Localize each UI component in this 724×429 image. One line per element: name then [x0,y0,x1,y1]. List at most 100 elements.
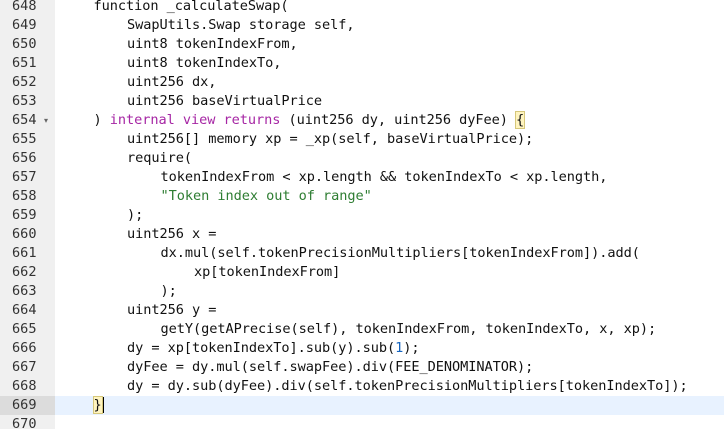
line-number-text: 654 [12,112,37,128]
code-text: uint256 y = [127,301,216,320]
line-number-text: 656 [12,150,37,166]
code-token: (uint256 dy, uint256 dyFee) [280,112,516,128]
code-token: uint256 x = [127,226,217,242]
line-number-text: 668 [12,378,37,394]
code-line[interactable]: 670 [0,415,724,429]
code-text: uint256 x = [127,225,216,244]
line-number-text: 655 [12,131,37,147]
code-text: xp[tokenIndexFrom] [194,263,340,282]
line-number-text: 660 [12,226,37,242]
code-token: tokenIndexFrom < xp.length && tokenIndex… [160,169,608,185]
code-token: uint256 baseVirtualPrice [127,93,322,109]
line-number: 657 [0,168,55,187]
code-text: uint256[] memory xp = _xp(self, baseVirt… [127,130,533,149]
line-number: 658 [0,187,55,206]
code-text: uint256 dx, [127,73,216,92]
code-line[interactable]: 668 dy = dy.sub(dyFee).div(self.tokenPrec… [0,377,724,396]
code-line[interactable]: 661 dx.mul(self.tokenPrecisionMultipliers… [0,244,724,263]
code-token: dyFee = dy.mul(self.swapFee).div(FEE_DEN… [127,359,534,375]
code-line[interactable]: 655 uint256[] memory xp = _xp(self, baseV… [0,130,724,149]
line-number-text: 651 [12,55,37,71]
line-number: 665 [0,320,55,339]
code-token: function _calculateSwap( [93,0,289,14]
code-token: ); [403,340,420,356]
line-number: 650 [0,35,55,54]
line-number-text: 663 [12,283,37,299]
line-number: 652 [0,73,55,92]
line-number: 670 [0,415,55,429]
code-token: uint256 dx, [127,74,217,90]
code-token: xp[tokenIndexFrom] [194,264,341,280]
line-number-text: 649 [12,17,37,33]
line-number-text: 664 [12,302,37,318]
line-number: 660 [0,225,55,244]
code-text: dy = dy.sub(dyFee).div(self.tokenPrecisi… [127,377,688,396]
code-line[interactable]: 656 require( [0,149,724,168]
code-text: SwapUtils.Swap storage self, [127,16,355,35]
line-number-text: 662 [12,264,37,280]
code-text: dx.mul(self.tokenPrecisionMultipliers[to… [161,244,640,263]
line-number: 655 [0,130,55,149]
code-line[interactable]: 650 uint8 tokenIndexFrom, [0,35,724,54]
code-token: dy = dy.sub(dyFee).div(self.tokenPrecisi… [127,378,688,394]
code-token: dx.mul(self.tokenPrecisionMultipliers[to… [160,245,640,261]
line-number: 669 [0,396,55,415]
code-line[interactable]: 658 "Token index out of range" [0,187,724,206]
line-number-text: 670 [12,416,37,429]
code-lines: 648 function _calculateSwap( 649 SwapUtils.… [0,0,724,429]
line-number: 662 [0,263,55,282]
code-line[interactable]: 660 uint256 x = [0,225,724,244]
code-token: SwapUtils.Swap storage self, [127,17,355,33]
code-line[interactable]: 659); [0,206,724,225]
code-line[interactable]: 666 dy = xp[tokenIndexTo].sub(y).sub(1); [0,339,724,358]
code-text: dyFee = dy.mul(self.swapFee).div(FEE_DEN… [127,358,533,377]
line-number-text: 659 [12,207,37,223]
code-token: ); [160,283,177,299]
code-line[interactable]: 648 function _calculateSwap( [0,0,724,16]
code-text: ); [161,282,177,301]
line-number: 648 [0,0,55,16]
code-token: uint256[] memory xp = _xp(self, baseVirt… [127,131,534,147]
line-number: 667 [0,358,55,377]
line-number: 651 [0,54,55,73]
line-number: 653 [0,92,55,111]
code-line[interactable]: 653 uint256 baseVirtualPrice [0,92,724,111]
code-editor[interactable]: 648 function _calculateSwap( 649 SwapUtils.… [0,0,724,429]
line-number-text: 666 [12,340,37,356]
keyword-token: view [182,112,216,128]
line-number: 656 [0,149,55,168]
code-line[interactable]: 667 dyFee = dy.mul(self.swapFee).div(FEE_… [0,358,724,377]
code-text: ) internal view returns (uint256 dy, uin… [94,111,526,130]
code-line[interactable]: 649 SwapUtils.Swap storage self, [0,16,724,35]
code-text: uint8 tokenIndexFrom, [127,35,298,54]
line-number: 663 [0,282,55,301]
code-line[interactable]: 669} [0,396,724,415]
code-text: "Token index out of range" [161,187,372,206]
line-number-text: 657 [12,169,37,185]
line-number: 654 ▾ [0,111,55,130]
code-text: } [92,396,104,415]
string-token: "Token index out of range" [160,188,372,204]
code-line[interactable]: 662 xp[tokenIndexFrom] [0,263,724,282]
line-number-text: 652 [12,74,37,90]
line-number-text: 665 [12,321,37,337]
line-number: 666 [0,339,55,358]
code-line[interactable]: 664 uint256 y = [0,301,724,320]
code-line[interactable]: 665 getY(getAPrecise(self), tokenIndexFro… [0,320,724,339]
fold-arrow-icon[interactable]: ▾ [44,111,54,130]
matched-bracket: { [514,111,526,129]
code-token: uint8 tokenIndexFrom, [127,36,298,52]
line-number-text: 650 [12,36,37,52]
code-line[interactable]: 654 ▾ ) internal view returns (uint256 dy,… [0,111,724,130]
code-token: uint8 tokenIndexTo, [127,55,282,71]
code-line[interactable]: 652 uint256 dx, [0,73,724,92]
code-line[interactable]: 657 tokenIndexFrom < xp.length && tokenIn… [0,168,724,187]
code-line[interactable]: 651 uint8 tokenIndexTo, [0,54,724,73]
code-line[interactable]: 663); [0,282,724,301]
keyword-token: returns [223,112,281,128]
code-token: uint256 y = [127,302,217,318]
line-number: 664 [0,301,55,320]
line-number: 659 [0,206,55,225]
